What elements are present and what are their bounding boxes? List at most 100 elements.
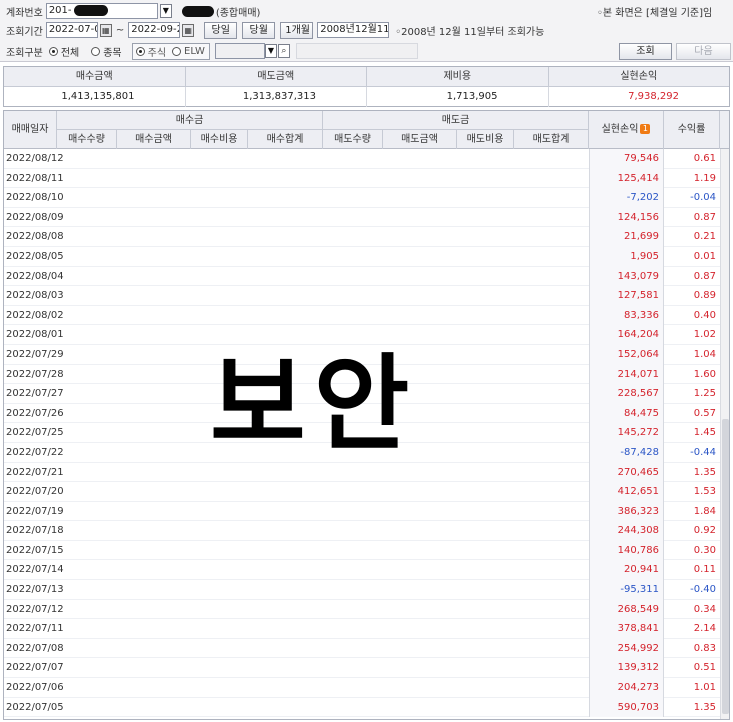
item-dropdown-button[interactable]: ▼	[264, 44, 277, 58]
cell-realized-pl: 83,336	[589, 305, 664, 326]
table-row[interactable]: 2022/07/19 386,323 1.84	[4, 501, 729, 522]
cell-return-rate: 1.19	[693, 172, 716, 184]
cell-trade-date: 2022/08/11	[6, 172, 64, 184]
scrollbar-thumb[interactable]	[722, 419, 729, 714]
radio-icon	[172, 46, 182, 56]
table-row[interactable]: 2022/07/14 20,941 0.11	[4, 560, 729, 581]
table-row[interactable]: 2022/07/12 268,549 0.34	[4, 599, 729, 620]
summary-header-costs: 제비용	[367, 67, 549, 87]
cell-trade-date: 2022/08/10	[6, 192, 64, 204]
cell-realized-pl: 204,273	[589, 678, 664, 698]
next-button[interactable]: 다음	[676, 42, 731, 60]
col-buy-qty[interactable]: 매수수량	[57, 130, 117, 149]
info-badge-icon[interactable]: 1	[640, 124, 651, 134]
col-buy-amount[interactable]: 매수금액	[117, 130, 191, 149]
date-from-field[interactable]: 2022-07-05	[45, 22, 98, 38]
this-month-button[interactable]: 당월	[242, 21, 276, 39]
cell-return-rate: 0.87	[693, 211, 716, 223]
cell-realized-pl: 127,581	[589, 286, 664, 306]
table-row[interactable]: 2022/08/05 1,905 0.01	[4, 246, 729, 267]
table-row[interactable]: 2022/08/01 164,204 1.02	[4, 325, 729, 345]
table-row[interactable]: 2022/07/20 412,651 1.53	[4, 482, 729, 502]
query-toolbar: 계좌번호 201- ▼ (종합매매) ◦본 화면은 [체결일 기준]임 조회기간…	[0, 0, 733, 62]
cell-trade-date: 2022/08/03	[6, 290, 64, 302]
radio-item[interactable]: 종목	[91, 44, 122, 59]
table-row[interactable]: 2022/08/12 79,546 0.61	[4, 149, 729, 169]
account-dropdown-button[interactable]: ▼	[159, 4, 172, 18]
cell-realized-pl: 21,699	[589, 227, 664, 247]
account-number-field[interactable]: 201-	[45, 3, 158, 19]
table-row[interactable]: 2022/07/06 204,273 1.01	[4, 678, 729, 698]
cell-realized-pl: -87,428	[589, 442, 664, 463]
cell-trade-date: 2022/07/20	[6, 486, 64, 498]
calendar-icon[interactable]: ▦	[99, 23, 112, 37]
col-return-rate[interactable]: 수익률	[664, 111, 720, 149]
one-month-button[interactable]: 1개월	[280, 21, 314, 39]
cell-return-rate: 0.83	[693, 642, 716, 654]
cell-realized-pl: 124,156	[589, 207, 664, 228]
col-realized-pl[interactable]: 실현손익 1	[589, 111, 664, 149]
table-row[interactable]: 2022/08/02 83,336 0.40	[4, 305, 729, 326]
col-sell-cost[interactable]: 매도비용	[457, 130, 514, 149]
cell-trade-date: 2022/07/12	[6, 603, 64, 615]
table-row[interactable]: 2022/07/21 270,465 1.35	[4, 462, 729, 483]
table-row[interactable]: 2022/07/08 254,992 0.83	[4, 638, 729, 659]
table-row[interactable]: 2022/07/11 378,841 2.14	[4, 619, 729, 639]
item-code-field[interactable]	[214, 43, 265, 59]
cell-return-rate: -0.44	[690, 446, 716, 458]
chevron-down-icon: ▼	[162, 6, 169, 15]
cell-return-rate: 1.01	[693, 682, 716, 694]
table-row[interactable]: 2022/07/15 140,786 0.30	[4, 540, 729, 561]
col-buy-total[interactable]: 매수합계	[248, 130, 323, 149]
period-row: 조회기간 2022-07-05 ▦ ~ 2022-09-23 ▦ 당일 당월 1…	[0, 20, 733, 40]
summary-value-row: 1,413,135,801 1,313,837,313 1,713,905 7,…	[4, 87, 729, 107]
cell-trade-date: 2022/08/08	[6, 231, 64, 243]
vertical-scrollbar[interactable]	[720, 149, 729, 719]
table-row[interactable]: 2022/07/05 590,703 1.35	[4, 697, 729, 718]
query-button[interactable]: 조회	[619, 42, 672, 60]
search-icon[interactable]: ⌕	[277, 44, 290, 58]
today-button[interactable]: 당일	[204, 21, 238, 39]
cell-realized-pl: 412,651	[589, 482, 664, 502]
range-note: ◦2008년 12월 11일부터 조회가능	[395, 26, 545, 38]
table-row[interactable]: 2022/08/10 -7,202 -0.04	[4, 188, 729, 208]
radio-all-label: 전체	[60, 47, 80, 59]
cell-return-rate: 1.35	[693, 701, 716, 713]
radio-elw[interactable]: ELW	[172, 46, 205, 57]
table-row[interactable]: 2022/08/03 127,581 0.89	[4, 286, 729, 306]
calendar-icon[interactable]: ▦	[182, 23, 195, 37]
cell-realized-pl: 590,703	[589, 697, 664, 718]
summary-realized-pl: 7,938,292	[628, 91, 679, 102]
cell-trade-date: 2022/07/28	[6, 368, 64, 380]
col-sell-qty[interactable]: 매도수량	[323, 130, 383, 149]
cell-return-rate: 1.35	[693, 466, 716, 478]
cell-trade-date: 2022/07/26	[6, 407, 64, 419]
radio-stock-label: 주식	[147, 47, 167, 59]
table-row[interactable]: 2022/07/18 244,308 0.92	[4, 521, 729, 541]
col-sell-total[interactable]: 매도합계	[514, 130, 589, 149]
table-row[interactable]: 2022/08/09 124,156 0.87	[4, 207, 729, 228]
table-row[interactable]: 2022/07/13 -95,311 -0.40	[4, 580, 729, 600]
cell-trade-date: 2022/08/02	[6, 309, 64, 321]
account-mask	[73, 4, 108, 16]
cell-return-rate: -0.40	[690, 584, 716, 596]
date-to-field[interactable]: 2022-09-23	[128, 22, 181, 38]
cell-realized-pl: 145,272	[589, 423, 664, 443]
cell-return-rate: 1.25	[693, 388, 716, 400]
col-buy-cost[interactable]: 매수비용	[191, 130, 248, 149]
cell-trade-date: 2022/07/21	[6, 466, 64, 478]
radio-all[interactable]: 전체	[48, 44, 80, 59]
table-row[interactable]: 2022/08/08 21,699 0.21	[4, 227, 729, 247]
col-sell-amount[interactable]: 매도금액	[383, 130, 457, 149]
cell-realized-pl: 386,323	[589, 501, 664, 522]
table-row[interactable]: 2022/08/11 125,414 1.19	[4, 168, 729, 189]
radio-stock[interactable]: 주식	[135, 44, 167, 59]
cell-return-rate: -0.04	[690, 192, 716, 204]
cell-realized-pl: 164,204	[589, 325, 664, 345]
cell-trade-date: 2022/07/14	[6, 564, 64, 576]
table-row[interactable]: 2022/08/04 143,079 0.87	[4, 266, 729, 287]
col-trade-date[interactable]: 매매일자	[4, 111, 57, 149]
cell-realized-pl: 268,549	[589, 599, 664, 620]
table-row[interactable]: 2022/07/07 139,312 0.51	[4, 658, 729, 679]
grid-header: 매매일자 매수금 매도금 매수수량 매수금액 매수비용 매수합계 매도수량 매도…	[4, 111, 729, 149]
